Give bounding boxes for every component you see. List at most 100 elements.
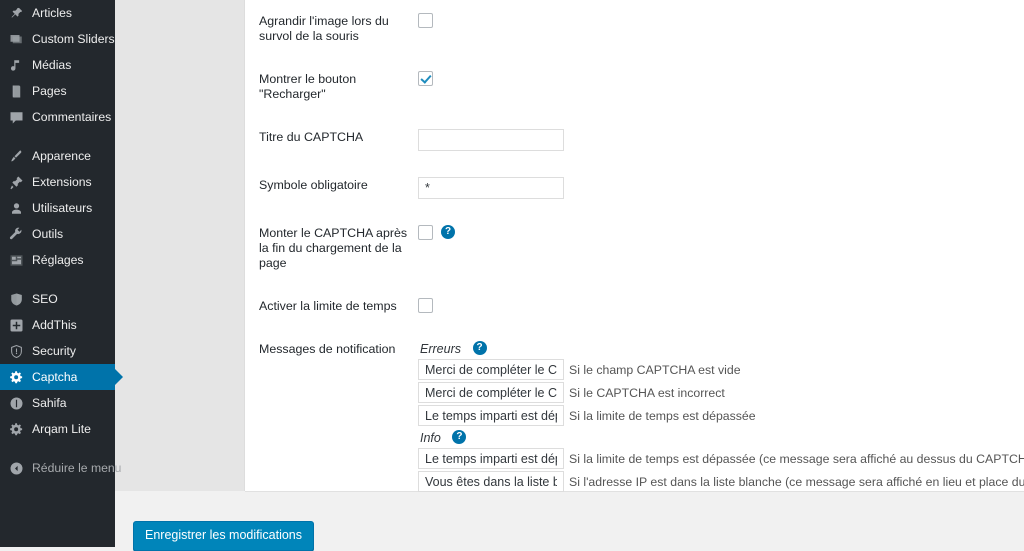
help-icon[interactable]: ? [472, 341, 487, 355]
sidebar-separator [0, 442, 115, 455]
row-required-symbol: Symbole obligatoire [245, 164, 1024, 212]
row-notification-messages: Messages de notification Erreurs ? Si le… [245, 328, 1024, 509]
message-row: Si le champ CAPTCHA est vide [418, 359, 1024, 380]
gear-icon [7, 420, 26, 439]
mount-after-load-checkbox[interactable] [418, 225, 433, 240]
info-circle-icon [7, 394, 26, 413]
message-group-title: Erreurs [420, 342, 461, 356]
show-refresh-button-checkbox[interactable] [418, 71, 433, 86]
row-captcha-title: Titre du CAPTCHA [245, 116, 1024, 164]
sidebar-separator [0, 273, 115, 286]
error-empty-input[interactable] [418, 359, 564, 380]
page-icon [7, 82, 26, 101]
addthis-plus-icon [7, 316, 26, 335]
brush-icon [7, 147, 26, 166]
message-group-errors: Erreurs ? Si le champ CAPTCHA est vide S… [418, 341, 1024, 426]
enable-time-limit-checkbox[interactable] [418, 298, 433, 313]
plugin-icon [7, 173, 26, 192]
sidebar-item-apparence[interactable]: Apparence [0, 143, 115, 169]
sidebar-item-label: Outils [32, 227, 64, 241]
settings-form-table: Agrandir l'image lors du survol de la so… [245, 0, 1024, 509]
sidebar-item-label: Médias [32, 58, 72, 72]
sidebar-item-arqam-lite[interactable]: Arqam Lite [0, 416, 115, 442]
info-timeout-input[interactable] [418, 448, 564, 469]
user-icon [7, 199, 26, 218]
row-mount-after-load: Monter le CAPTCHA après la fin du charge… [245, 212, 1024, 285]
admin-sidebar: Articles Custom Sliders Médias Pages Comment… [0, 0, 123, 491]
sidebar-item-articles[interactable]: Articles [0, 0, 115, 26]
sidebar-item-label: Extensions [32, 175, 92, 189]
sidebar-item-captcha[interactable]: Captcha [0, 364, 123, 390]
sidebar-item-security[interactable]: Security [0, 338, 115, 364]
message-description: Si la limite de temps est dépassée (ce m… [569, 451, 1024, 466]
sidebar-item-label: Réglages [32, 253, 84, 267]
message-description: Si l'adresse IP est dans la liste blanch… [569, 474, 1024, 489]
help-icon[interactable]: ? [452, 430, 467, 444]
message-row: Si la limite de temps est dépassée [418, 405, 1024, 426]
shield-icon [7, 342, 26, 361]
sidebar-item-label: Articles [32, 6, 72, 20]
row-enable-time-limit: Activer la limite de temps [245, 285, 1024, 328]
sidebar-item-label: Pages [32, 84, 67, 98]
sidebar-item-label: Réduire le menu [32, 461, 122, 475]
label-enable-time-limit: Activer la limite de temps [259, 299, 397, 313]
sidebar-item-m-dias[interactable]: Médias [0, 52, 115, 78]
error-timeout-input[interactable] [418, 405, 564, 426]
pin-icon [7, 4, 26, 23]
wrench-icon [7, 225, 26, 244]
row-show-refresh-button: Montrer le bouton "Recharger" [245, 58, 1024, 116]
label-captcha-title: Titre du CAPTCHA [259, 130, 364, 144]
captcha-title-input[interactable] [418, 129, 564, 151]
collapse-arrow-icon [7, 459, 26, 478]
seo-icon [7, 290, 26, 309]
captcha-settings-panel: Agrandir l'image lors du survol de la so… [245, 0, 1024, 492]
media-icon [7, 56, 26, 75]
label-notification-messages: Messages de notification [259, 342, 396, 356]
help-icon[interactable]: ? [441, 225, 455, 239]
sidebar-item-custom-sliders[interactable]: Custom Sliders [0, 26, 115, 52]
message-description: Si la limite de temps est dépassée [569, 408, 756, 423]
sidebar-item-label: AddThis [32, 318, 77, 332]
sidebar-item-label: Custom Sliders [32, 32, 115, 46]
row-enlarge-image: Agrandir l'image lors du survol de la so… [245, 0, 1024, 58]
message-description: Si le champ CAPTCHA est vide [569, 362, 741, 377]
sidebar-item-label: Arqam Lite [32, 422, 91, 436]
label-mount-after-load: Monter le CAPTCHA après la fin du charge… [259, 226, 408, 270]
error-incorrect-input[interactable] [418, 382, 564, 403]
sidebar-item-r-glages[interactable]: Réglages [0, 247, 115, 273]
message-row: Si la limite de temps est dépassée (ce m… [418, 448, 1024, 469]
message-group-title: Info [420, 431, 441, 445]
sidebar-item-label: Security [32, 344, 77, 358]
message-group-info: Info ? Si la limite de temps est dépassé… [418, 430, 1024, 492]
save-changes-button[interactable]: Enregistrer les modifications [133, 521, 315, 551]
gear-icon [7, 368, 26, 387]
sidebar-item-addthis[interactable]: AddThis [0, 312, 115, 338]
sidebar-item-r-duire-le-menu[interactable]: Réduire le menu [0, 455, 121, 481]
comment-icon [7, 108, 26, 127]
sidebar-item-label: Sahifa [32, 396, 67, 410]
message-row: Si le CAPTCHA est incorrect [418, 382, 1024, 403]
label-enlarge-image: Agrandir l'image lors du survol de la so… [259, 14, 389, 43]
sidebar-item-commentaires[interactable]: Commentaires [0, 104, 115, 130]
sidebar-item-sahifa[interactable]: Sahifa [0, 390, 115, 416]
sidebar-item-utilisateurs[interactable]: Utilisateurs [0, 195, 115, 221]
sidebar-item-outils[interactable]: Outils [0, 221, 115, 247]
sidebar-footer-fill [0, 491, 115, 547]
sidebar-item-label: Apparence [32, 149, 91, 163]
submenu-gutter [115, 0, 245, 491]
sidebar-separator [0, 130, 115, 143]
info-whitelist-input[interactable] [418, 471, 564, 492]
sidebar-item-pages[interactable]: Pages [0, 78, 115, 104]
sidebar-item-label: Captcha [32, 370, 78, 384]
label-required-symbol: Symbole obligatoire [259, 178, 368, 192]
label-show-refresh-button: Montrer le bouton "Recharger" [259, 72, 357, 101]
sidebar-item-label: Commentaires [32, 110, 112, 124]
message-row: Si l'adresse IP est dans la liste blanch… [418, 471, 1024, 492]
sidebar-item-extensions[interactable]: Extensions [0, 169, 115, 195]
sidebar-item-seo[interactable]: SEO [0, 286, 115, 312]
required-symbol-input[interactable] [418, 177, 564, 199]
sidebar-item-label: Utilisateurs [32, 201, 93, 215]
settings-icon [7, 251, 26, 270]
enlarge-image-checkbox[interactable] [418, 13, 433, 28]
sidebar-item-label: SEO [32, 292, 58, 306]
